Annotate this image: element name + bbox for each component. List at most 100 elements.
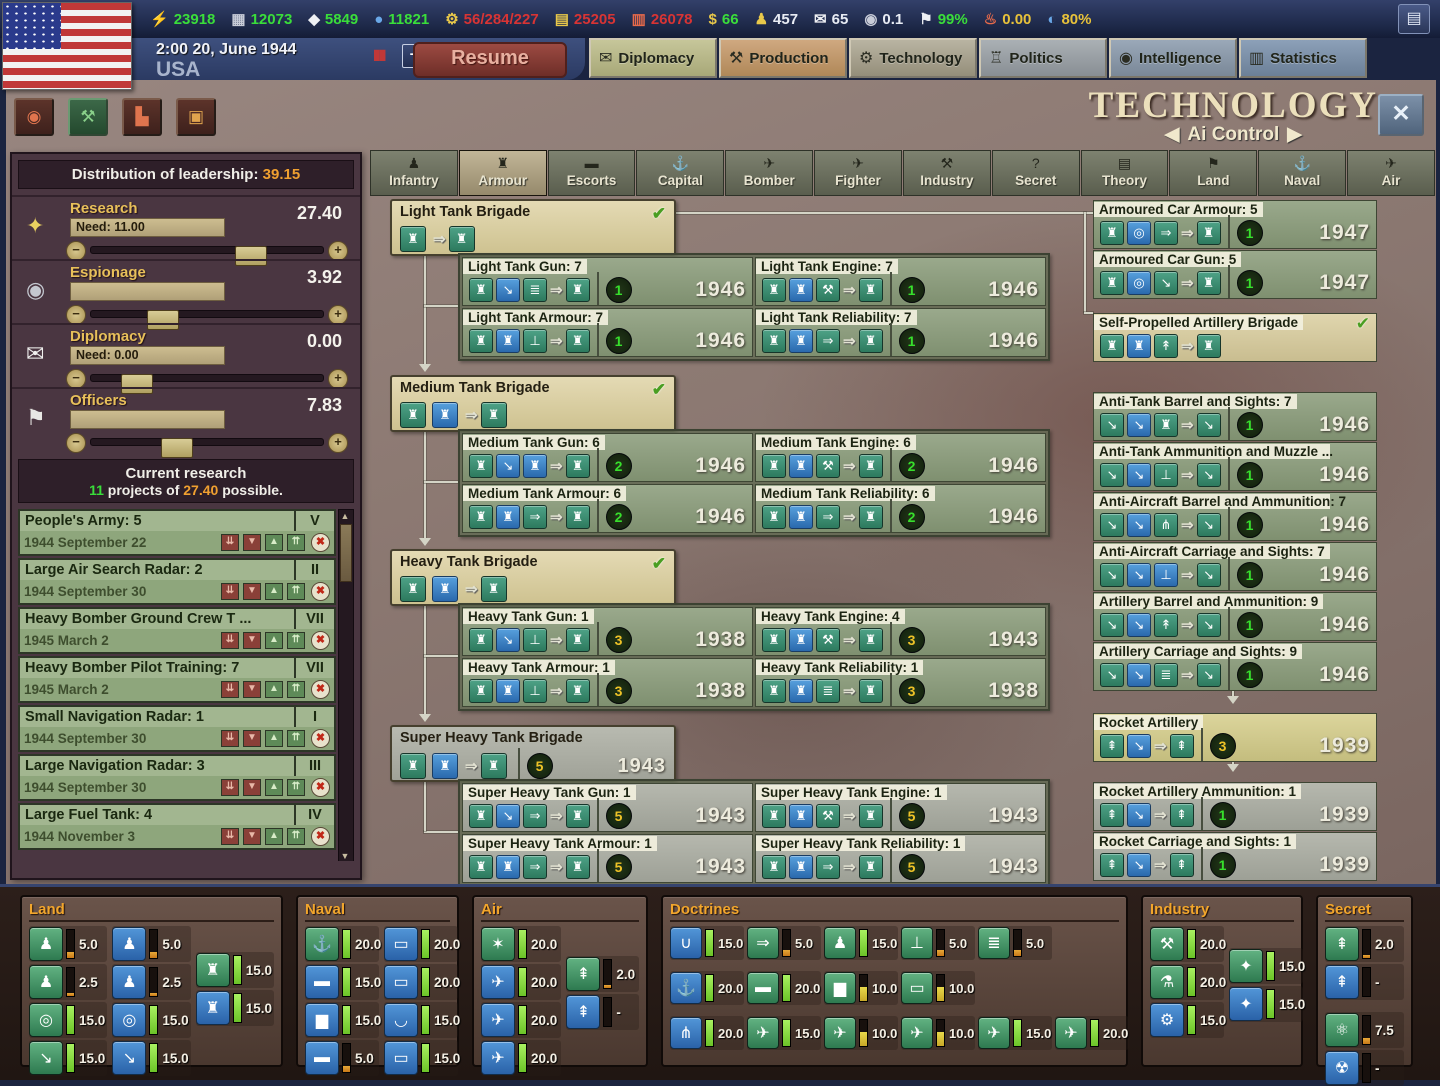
tech-item[interactable]: Super Heavy Tank Engine: 1 ♜♜⚒ ⇒ ♜ 5 194…: [755, 783, 1046, 832]
tech-level-item[interactable]: ▆15.0: [305, 1002, 379, 1038]
tech-brigade-box[interactable]: Light Tank Brigade✔ ♜ ⇒ ♜: [390, 199, 676, 256]
cancel-research-button[interactable]: ✖: [311, 778, 330, 797]
tech-level-item[interactable]: ✈20.0: [481, 964, 561, 1000]
tech-level-item[interactable]: ▬20.0: [747, 971, 821, 1005]
tech-item[interactable]: Anti-Tank Barrel and Sights: 7 ↘↘♜ ⇒ ↘ 1…: [1093, 392, 1377, 441]
supplies-button[interactable]: ▣: [176, 98, 216, 136]
move-bottom-button[interactable]: ⇊: [221, 779, 239, 796]
tech-level-item[interactable]: ≣5.0: [978, 926, 1052, 960]
tech-item[interactable]: Super Heavy Tank Gun: 1 ♜↘⇒ ⇒ ♜ 5 1943: [462, 783, 753, 832]
tech-item[interactable]: Armoured Car Armour: 5 ♜◎⇒ ⇒ ♜ 1 1947: [1093, 200, 1377, 249]
tech-tab-fighter[interactable]: ✈ Fighter: [814, 150, 902, 196]
research-item[interactable]: Large Navigation Radar: 3 III 1944 Septe…: [18, 754, 336, 801]
scroll-up-arrow[interactable]: ▲: [340, 511, 350, 521]
move-down-button[interactable]: ▼: [243, 681, 261, 698]
move-top-button[interactable]: ⇈: [287, 583, 305, 600]
slider-plus-button[interactable]: +: [328, 369, 348, 389]
prev-category-button[interactable]: ◀: [1157, 124, 1188, 145]
tech-level-item[interactable]: ✶20.0: [481, 926, 561, 962]
cancel-research-button[interactable]: ✖: [311, 729, 330, 748]
tech-level-item[interactable]: ⚒20.0: [1150, 926, 1224, 962]
tech-level-item[interactable]: ♟2.5: [112, 964, 190, 1000]
tech-level-item[interactable]: ✈15.0: [978, 1016, 1052, 1050]
move-down-button[interactable]: ▼: [243, 583, 261, 600]
slider-plus-button[interactable]: +: [328, 241, 348, 261]
tech-item[interactable]: Heavy Tank Reliability: 1 ♜♜≣ ⇒ ♜ 3 1938: [755, 658, 1046, 707]
tech-level-item[interactable]: ⚓20.0: [670, 971, 744, 1005]
broadcast-button[interactable]: ◉: [14, 98, 54, 136]
tech-item[interactable]: Light Tank Gun: 7 ♜↘≣ ⇒ ♜ 1 1946: [462, 257, 753, 306]
move-bottom-button[interactable]: ⇊: [221, 534, 239, 551]
tech-item[interactable]: Heavy Tank Engine: 4 ♜♜⚒ ⇒ ♜ 3 1943: [755, 607, 1046, 656]
tech-level-item[interactable]: ▆10.0: [824, 971, 898, 1005]
tech-level-item[interactable]: ✈20.0: [1055, 1016, 1129, 1050]
scroll-handle[interactable]: [340, 524, 352, 582]
tech-tab-armour[interactable]: ♜ Armour: [459, 150, 547, 196]
tech-item[interactable]: Self-Propelled Artillery Brigade✔ ♜♜↟ ⇒ …: [1093, 313, 1377, 362]
move-top-button[interactable]: ⇈: [287, 534, 305, 551]
leadership-slider[interactable]: − +: [70, 241, 344, 257]
cancel-research-button[interactable]: ✖: [311, 827, 330, 846]
slider-track[interactable]: [90, 310, 324, 318]
tech-tab-air[interactable]: ✈ Air: [1347, 150, 1435, 196]
tech-tab-capital[interactable]: ⚓ Capital: [636, 150, 724, 196]
trade-button[interactable]: ⚒: [68, 98, 108, 136]
tech-level-item[interactable]: ♜15.0: [196, 952, 274, 988]
leadership-slider[interactable]: − +: [70, 305, 344, 321]
scroll-down-arrow[interactable]: ▼: [340, 851, 350, 861]
country-flag[interactable]: [2, 2, 132, 90]
leadership-slider[interactable]: − +: [70, 369, 344, 385]
move-up-button[interactable]: ▲: [265, 828, 283, 845]
move-top-button[interactable]: ⇈: [287, 730, 305, 747]
tech-level-item[interactable]: ⇞2.0: [1325, 926, 1404, 962]
move-top-button[interactable]: ⇈: [287, 632, 305, 649]
tech-brigade-box[interactable]: Heavy Tank Brigade✔ ♜♜ ⇒ ♜: [390, 549, 676, 606]
slider-track[interactable]: [90, 374, 324, 382]
tab-production[interactable]: ⚒ Production: [719, 38, 847, 78]
tech-level-item[interactable]: ♟2.5: [29, 964, 107, 1000]
move-down-button[interactable]: ▼: [243, 632, 261, 649]
research-item[interactable]: Heavy Bomber Ground Crew T ... VII 1945 …: [18, 607, 336, 654]
tab-politics[interactable]: ♖ Politics: [979, 38, 1107, 78]
research-item[interactable]: Small Navigation Radar: 1 I 1944 Septemb…: [18, 705, 336, 752]
tech-brigade-box[interactable]: Medium Tank Brigade✔ ♜♜ ⇒ ♜: [390, 375, 676, 432]
move-top-button[interactable]: ⇈: [287, 779, 305, 796]
cancel-research-button[interactable]: ✖: [311, 582, 330, 601]
slider-minus-button[interactable]: −: [66, 369, 86, 389]
tech-level-item[interactable]: ✦15.0: [1229, 948, 1303, 984]
tab-technology[interactable]: ⚙ Technology: [849, 38, 977, 78]
tech-level-item[interactable]: ♟5.0: [29, 926, 107, 962]
move-bottom-button[interactable]: ⇊: [221, 730, 239, 747]
tech-level-item[interactable]: ⇞-: [566, 994, 639, 1030]
move-bottom-button[interactable]: ⇊: [221, 632, 239, 649]
slider-track[interactable]: [90, 246, 324, 254]
tech-level-item[interactable]: ⇒5.0: [747, 926, 821, 960]
tech-level-item[interactable]: ⚛7.5: [1325, 1012, 1404, 1048]
move-down-button[interactable]: ▼: [243, 779, 261, 796]
menu-button[interactable]: ▤: [1398, 4, 1430, 34]
tab-diplomacy[interactable]: ✉ Diplomacy: [589, 38, 717, 78]
move-down-button[interactable]: ▼: [243, 534, 261, 551]
tech-level-item[interactable]: ✈10.0: [824, 1016, 898, 1050]
tech-item[interactable]: Medium Tank Gun: 6 ♜↘♜ ⇒ ♜ 2 1946: [462, 433, 753, 482]
tech-level-item[interactable]: ⋔20.0: [670, 1016, 744, 1050]
tech-item[interactable]: Armoured Car Gun: 5 ♜◎↘ ⇒ ♜ 1 1947: [1093, 250, 1377, 299]
tech-level-item[interactable]: ▭15.0: [384, 1040, 458, 1076]
move-up-button[interactable]: ▲: [265, 583, 283, 600]
tab-statistics[interactable]: ▥ Statistics: [1239, 38, 1367, 78]
tech-level-item[interactable]: ✈15.0: [747, 1016, 821, 1050]
slider-track[interactable]: [90, 438, 324, 446]
tech-level-item[interactable]: ↘15.0: [112, 1040, 190, 1076]
move-up-button[interactable]: ▲: [265, 779, 283, 796]
tech-level-item[interactable]: ♟15.0: [824, 926, 898, 960]
move-up-button[interactable]: ▲: [265, 632, 283, 649]
move-up-button[interactable]: ▲: [265, 730, 283, 747]
move-up-button[interactable]: ▲: [265, 534, 283, 551]
slider-minus-button[interactable]: −: [66, 433, 86, 453]
tech-item[interactable]: Anti-Tank Ammunition and Muzzle ... ↘↘⊥ …: [1093, 442, 1377, 491]
tech-tab-escorts[interactable]: ▬ Escorts: [548, 150, 636, 196]
tab-intelligence[interactable]: ◉ Intelligence: [1109, 38, 1237, 78]
tech-level-item[interactable]: ▭20.0: [384, 964, 458, 1000]
tech-item[interactable]: Anti-Aircraft Barrel and Ammunition: 7 ↘…: [1093, 492, 1377, 541]
tech-level-item[interactable]: ◎15.0: [112, 1002, 190, 1038]
